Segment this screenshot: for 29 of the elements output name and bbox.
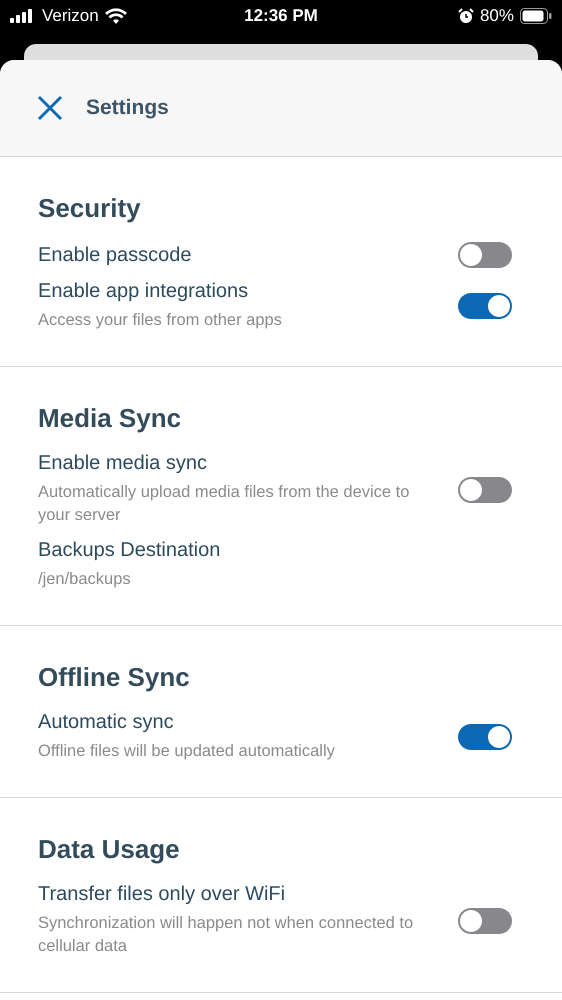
setting-description: Access your files from other apps [38,310,282,331]
close-icon [36,94,64,122]
close-button[interactable] [36,94,64,122]
setting-title: Enable media sync [38,452,208,475]
header-title: Settings [86,96,169,120]
setting-title: Enable app integrations [38,280,250,303]
battery-percent: 80% [480,6,514,26]
toggle-switch[interactable] [458,908,512,934]
setting-title: Automatic sync [38,711,175,734]
section-title: Media Sync [38,403,182,434]
setting-description: Offline files will be updated automatically [38,741,335,762]
section-title: Offline Sync [38,662,191,693]
toggle-switch[interactable] [458,724,512,750]
setting-title: Backups Destination [38,539,220,562]
battery-icon [520,8,552,24]
wifi-icon [104,8,127,24]
carrier-name: Verizon [42,6,99,26]
setting-description: Automatically upload media files from the device to your server [38,482,410,526]
setting-description: Synchronization will happen not when connected to cellular data [38,913,414,957]
toggle-switch[interactable] [458,242,512,268]
toggle-switch[interactable] [458,293,512,319]
alarm-icon [458,8,474,24]
setting-title: Transfer files only over WiFi [38,883,286,906]
setting-description: /jen/backups [38,569,132,590]
section-title: Security [38,193,142,224]
toggle-switch[interactable] [458,476,512,502]
clock-time: 12:36 PM [244,6,318,26]
section-title: Data Usage [38,834,181,865]
setting-title: Enable passcode [38,244,192,266]
